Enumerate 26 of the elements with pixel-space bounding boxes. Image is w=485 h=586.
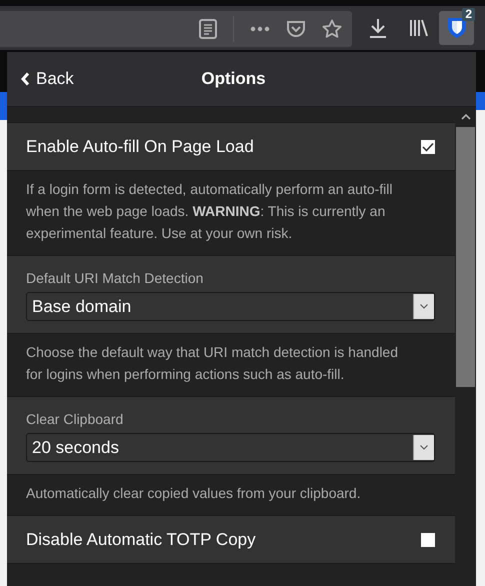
download-icon[interactable] [369,18,387,38]
dropdown[interactable]: Base domain [26,292,435,321]
extension-button[interactable]: 2 [439,11,474,45]
checkbox[interactable] [421,140,435,154]
scroll-up-icon[interactable] [460,113,470,121]
page-title: Options [201,69,266,89]
shield-icon [446,17,466,39]
library-icon[interactable] [409,19,429,37]
option-label: Disable Automatic TOTP Copy [26,530,256,550]
pocket-icon[interactable] [286,20,306,38]
option-label: Enable Auto-fill On Page Load [26,136,254,156]
checkbox[interactable] [421,532,435,546]
help-text: If a login form is detected, automatically perform an auto-fill when the web page loads. WARNING: This is currently an experimental feature. Use at your own risk. [25,180,394,243]
help-text: Automatically clear copied values from your clipboard. [25,484,362,503]
more-icon[interactable] [250,26,270,32]
star-icon[interactable] [322,18,342,38]
notification-badge: 2 [462,8,475,21]
back-button[interactable]: Back [21,69,74,89]
scrollbar-thumb[interactable] [456,127,475,387]
dropdown[interactable]: 20 seconds [26,433,435,462]
reader-view-icon[interactable] [199,18,217,38]
field-label: Clear Clipboard [26,411,124,427]
field-label: Default URI Match Detection [26,270,204,286]
chevron-left-icon [21,72,30,86]
address-bar[interactable] [0,10,352,46]
help-text: Choose the default way that URI match detection is handled for logins when performing actions such as auto-fill. [25,343,399,384]
